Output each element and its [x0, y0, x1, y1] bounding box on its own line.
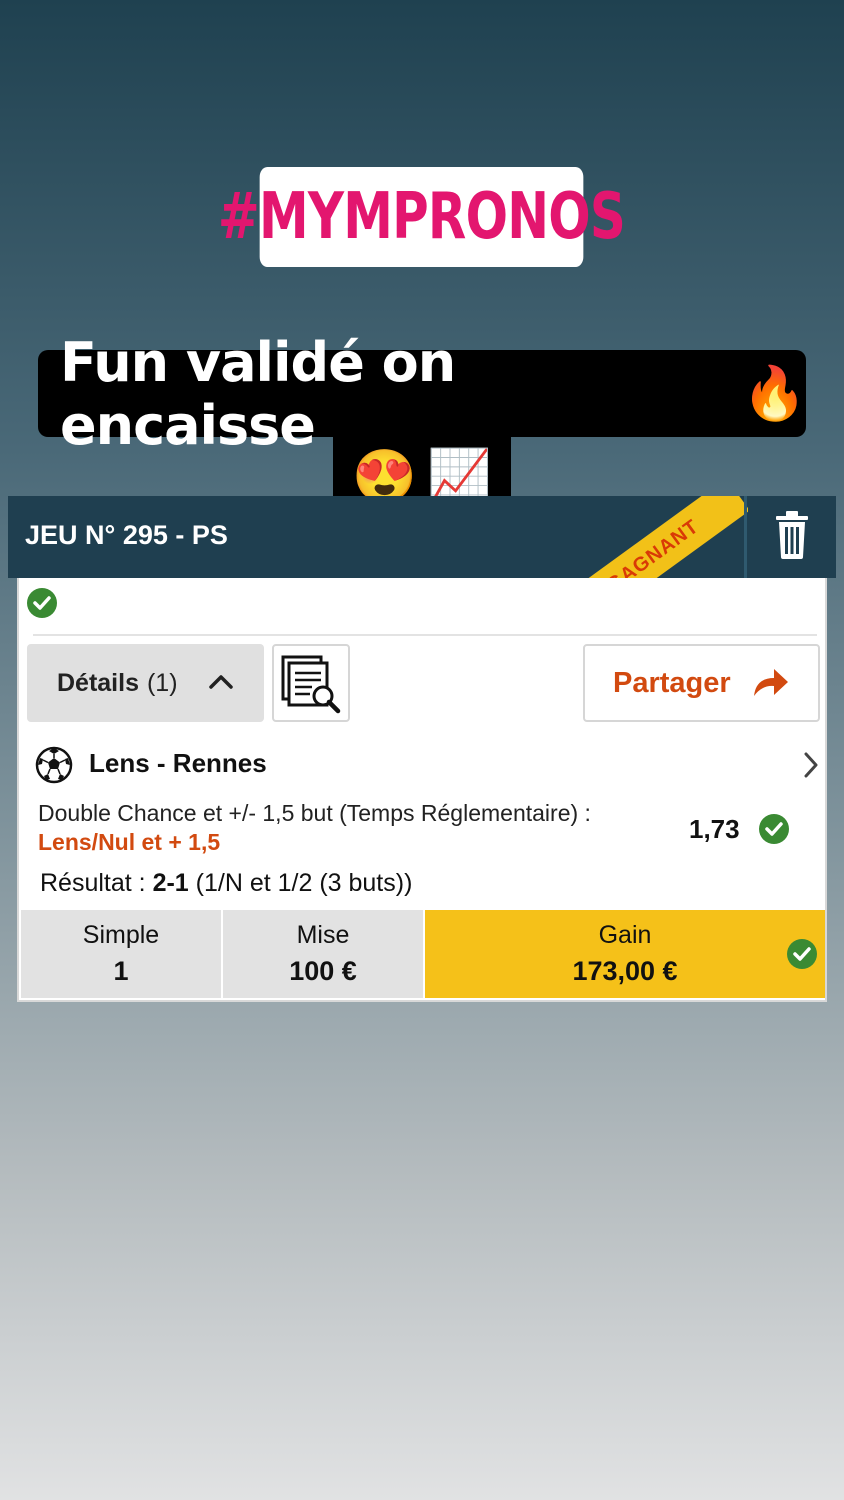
details-toggle-button[interactable]: Détails (1)	[27, 644, 264, 722]
trash-icon[interactable]	[774, 510, 810, 560]
status-ribbon-container: GAGNANT	[528, 496, 748, 578]
details-label: Détails	[57, 668, 139, 697]
fire-emoji: 🔥	[742, 364, 807, 424]
ticket-body: Détails (1) Partager Lens - Rennes Doubl…	[17, 578, 827, 1002]
ticket-title: JEU N° 295 - PS	[25, 520, 228, 550]
bet-odds: 1,73	[689, 814, 740, 844]
ticket-header: JEU N° 295 - PS GAGNANT	[8, 496, 836, 578]
divider	[33, 634, 817, 636]
status-ribbon: GAGNANT	[556, 496, 748, 578]
check-icon	[27, 588, 57, 618]
soccer-ball-icon	[35, 746, 73, 784]
gain-label: Gain	[598, 921, 652, 949]
chevron-up-icon	[209, 675, 233, 689]
check-icon	[759, 814, 789, 844]
match-name: Lens - Rennes	[89, 748, 267, 778]
stake-value: 100 €	[289, 956, 357, 986]
bet-type-value: 1	[113, 956, 129, 986]
stake-cell: Mise 100 €	[223, 910, 425, 998]
document-search-icon	[281, 655, 341, 714]
bet-selection: Lens/Nul et + 1,5	[38, 829, 221, 855]
caption-line-1: Fun validé on encaisse 🔥	[38, 331, 807, 457]
share-label: Partager	[613, 666, 731, 699]
match-row[interactable]: Lens - Rennes	[35, 746, 818, 786]
check-icon	[787, 939, 817, 969]
ticket-summary: Simple 1 Mise 100 € Gain 173,00 €	[21, 910, 825, 998]
gain-value: 173,00 €	[572, 956, 678, 986]
bet-market: Double Chance et +/- 1,5 but (Temps Régl…	[38, 800, 591, 826]
share-arrow-icon	[754, 669, 788, 696]
chevron-right-icon	[804, 752, 818, 778]
header-divider	[744, 496, 747, 578]
result-line: Résultat : 2-1 (1/N et 1/2 (3 buts))	[40, 869, 412, 898]
result-label: Résultat :	[40, 869, 146, 897]
gain-cell: Gain 173,00 €	[425, 910, 825, 998]
bet-type-label: Simple	[82, 921, 160, 949]
share-button[interactable]: Partager	[583, 644, 820, 722]
details-count: (1)	[146, 668, 178, 697]
document-search-button[interactable]	[272, 644, 350, 722]
result-score: 2-1	[152, 869, 189, 897]
bet-type-cell: Simple 1	[21, 910, 223, 998]
stake-label: Mise	[296, 921, 350, 949]
result-detail: (1/N et 1/2 (3 buts))	[195, 869, 413, 897]
hashtag-sticker: #MYMPRONOS	[218, 167, 626, 267]
